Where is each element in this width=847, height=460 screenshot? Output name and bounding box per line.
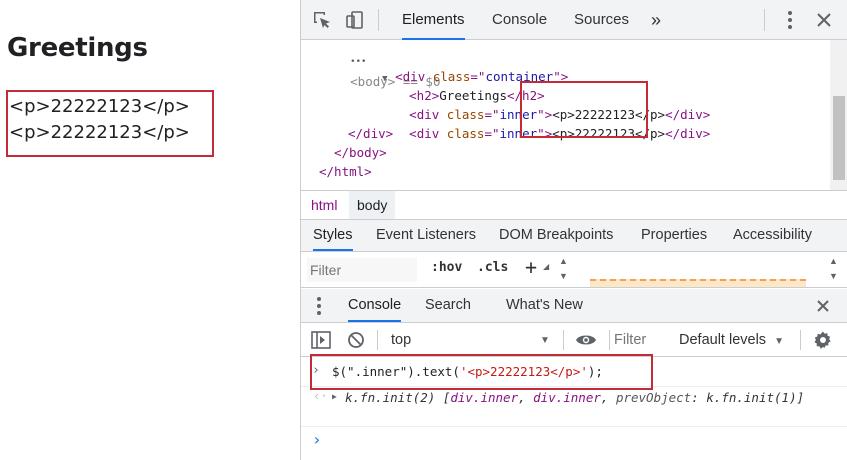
styles-filter-row: :hov .cls + ◢ ▲▼ ▲▼ bbox=[301, 252, 847, 288]
breadcrumb-body[interactable]: body bbox=[349, 191, 396, 219]
attr-value: inner bbox=[499, 126, 538, 141]
breadcrumb: html body bbox=[301, 190, 847, 220]
result-key-value: k.fn.init(1) bbox=[706, 390, 797, 405]
result-tail: ] bbox=[796, 390, 805, 405]
result-head: k.fn.init(2) [ bbox=[345, 390, 451, 405]
tab-event-listeners[interactable]: Event Listeners bbox=[376, 220, 476, 251]
hov-button[interactable]: :hov bbox=[431, 260, 462, 275]
dom-line-container[interactable]: ▼ <div class="container"> bbox=[337, 48, 568, 84]
tag-name: div bbox=[416, 126, 440, 141]
console-output: › $(".inner").text('<p>22222123</p>'); ‹… bbox=[301, 354, 847, 460]
toolbar-divider bbox=[609, 330, 610, 350]
kebab-menu-icon[interactable] bbox=[779, 9, 801, 31]
tab-accessibility[interactable]: Accessibility bbox=[733, 220, 812, 251]
chevron-down-icon: ▼ bbox=[540, 335, 550, 346]
command-suffix: ); bbox=[587, 364, 603, 379]
tab-dom-breakpoints[interactable]: DOM Breakpoints bbox=[499, 220, 613, 251]
result-text: k.fn.init(2) [div.inner, div.inner, prev… bbox=[345, 390, 805, 405]
dom-line-h2[interactable]: <h2>Greetings</h2> bbox=[364, 67, 545, 103]
toolbar-divider bbox=[377, 330, 378, 350]
inner-text-2: <p>22222123</p> bbox=[9, 122, 190, 143]
page-preview: Greetings <p>22222123</p> <p>22222123</p… bbox=[0, 0, 300, 460]
prompt-chevron-icon: › bbox=[312, 363, 320, 378]
add-rule-button[interactable]: + bbox=[525, 255, 537, 279]
chevron-down-icon: ▼ bbox=[774, 336, 784, 347]
live-expression-eye-icon[interactable] bbox=[575, 332, 597, 351]
close-drawer-icon[interactable] bbox=[815, 298, 831, 317]
command-prefix: $(".inner").text( bbox=[332, 364, 460, 379]
inspect-element-icon[interactable] bbox=[311, 9, 333, 31]
command-arg-string: '<p>22222123</p>' bbox=[459, 364, 588, 379]
console-filter-input[interactable] bbox=[614, 328, 669, 352]
more-tabs-button[interactable]: » bbox=[651, 0, 661, 40]
result-return-icon: ‹· bbox=[313, 389, 328, 403]
inner-text-1: <p>22222123</p> bbox=[9, 96, 190, 117]
dom-line-close-html[interactable]: </html> bbox=[319, 162, 372, 181]
inner-content: <p>22222123</p> bbox=[552, 126, 666, 141]
toolbar-divider bbox=[764, 9, 765, 31]
close-devtools-icon[interactable] bbox=[813, 9, 835, 31]
devtools-panel: Elements Console Sources » ••• <body> ==… bbox=[300, 0, 847, 460]
console-command-line[interactable]: › $(".inner").text('<p>22222123</p>'); bbox=[301, 357, 847, 387]
dom-line-close-body[interactable]: </body> bbox=[334, 143, 387, 162]
breadcrumb-html[interactable]: html bbox=[303, 191, 345, 219]
tab-sources[interactable]: Sources bbox=[574, 0, 629, 40]
dom-line-inner-2[interactable]: <div class="inner"><p>22222123</p></div> bbox=[364, 105, 710, 141]
show-sidebar-icon[interactable] bbox=[311, 331, 331, 352]
box-model-preview bbox=[590, 279, 806, 287]
toolbar-divider bbox=[378, 9, 379, 31]
tab-properties[interactable]: Properties bbox=[641, 220, 707, 251]
dom-line-close-div[interactable]: </div> bbox=[348, 124, 393, 143]
styles-filter-input[interactable] bbox=[307, 258, 417, 282]
device-toolbar-icon[interactable] bbox=[344, 9, 366, 31]
log-levels-label: Default levels bbox=[679, 332, 767, 348]
attr-name: class bbox=[446, 126, 485, 141]
console-result[interactable]: ‹· ▶ k.fn.init(2) [div.inner, div.inner,… bbox=[301, 387, 847, 427]
result-item: div.inner bbox=[533, 390, 601, 405]
tab-console[interactable]: Console bbox=[492, 0, 547, 40]
page-title: Greetings bbox=[7, 33, 148, 63]
console-command-text: $(".inner").text('<p>22222123</p>'); bbox=[332, 364, 603, 379]
more-options-triangle-icon[interactable]: ◢ bbox=[543, 262, 549, 271]
drawer-tab-search[interactable]: Search bbox=[425, 289, 471, 322]
dom-line-inner-1[interactable]: <div class="inner"><p>22222123</p></div> bbox=[364, 86, 710, 122]
elements-scrollbar[interactable] bbox=[830, 40, 847, 190]
input-prompt-chevron-icon: › bbox=[312, 430, 322, 449]
console-input-line[interactable]: › bbox=[301, 427, 847, 460]
styles-scroll-up-icon[interactable]: ▲ ▼ bbox=[829, 254, 838, 284]
devtools-top-bar: Elements Console Sources » bbox=[301, 0, 847, 40]
elements-tree: ••• <body> == $0 ▼ <div class="container… bbox=[301, 40, 847, 190]
tab-styles[interactable]: Styles bbox=[313, 220, 353, 251]
log-levels-dropdown[interactable]: Default levels ▼ bbox=[679, 328, 784, 352]
console-toolbar: top ▼ Default levels ▼ bbox=[301, 323, 847, 357]
result-item: div.inner bbox=[450, 390, 519, 405]
context-value: top bbox=[391, 332, 412, 348]
drawer-tab-console[interactable]: Console bbox=[348, 289, 402, 322]
toolbar-divider bbox=[800, 330, 801, 350]
tab-elements[interactable]: Elements bbox=[402, 0, 465, 40]
toolbar-divider bbox=[563, 330, 564, 350]
clear-console-icon[interactable] bbox=[347, 331, 365, 352]
context-select[interactable]: top ▼ bbox=[388, 328, 553, 352]
result-key: prevObject bbox=[615, 390, 692, 405]
drawer-tab-bar: Console Search What's New bbox=[301, 289, 847, 323]
expand-triangle-icon[interactable]: ▶ bbox=[332, 392, 337, 401]
drawer-menu-icon[interactable] bbox=[316, 296, 322, 319]
elements-scrollbar-thumb[interactable] bbox=[833, 96, 845, 180]
cls-button[interactable]: .cls bbox=[477, 260, 508, 275]
console-settings-gear-icon[interactable] bbox=[813, 330, 833, 353]
styles-tab-bar: Styles Event Listeners DOM Breakpoints P… bbox=[301, 220, 847, 252]
drawer-tab-whats-new[interactable]: What's New bbox=[506, 289, 583, 322]
styles-scroll-arrows-icon[interactable]: ▲ ▼ bbox=[559, 254, 568, 284]
